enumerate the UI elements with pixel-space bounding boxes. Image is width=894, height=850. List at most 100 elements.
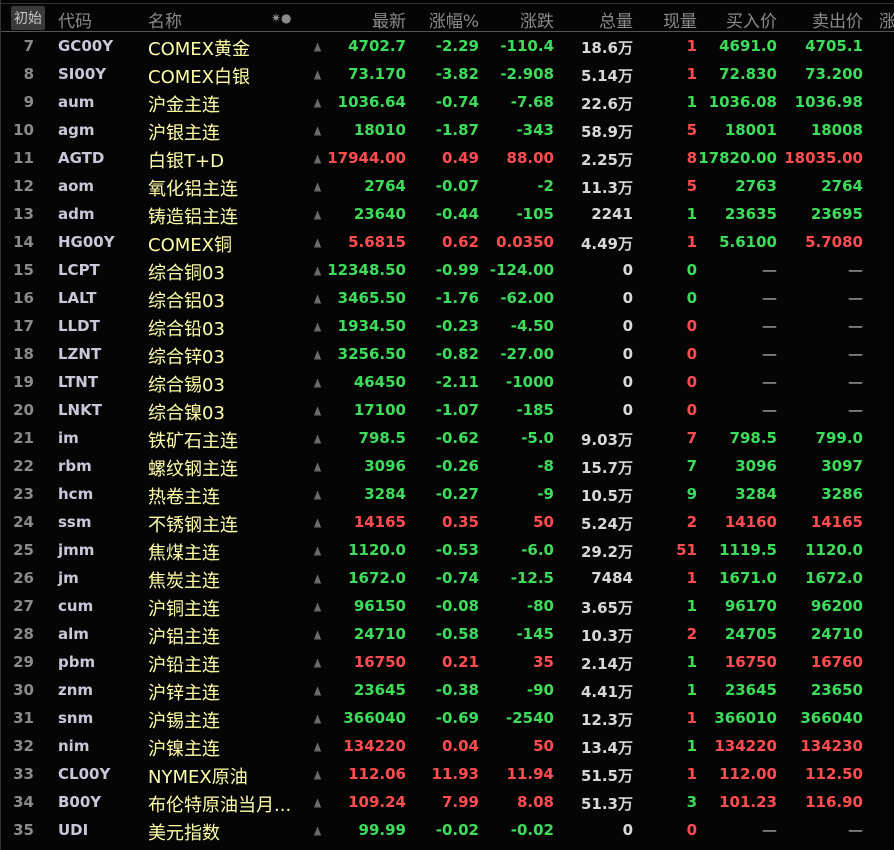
volume-cell: 15.7万 (580, 459, 633, 477)
pct-cell: -0.53 (435, 541, 479, 559)
col-code[interactable]: 代码 (58, 7, 92, 32)
code-cell: rbm (58, 457, 92, 475)
table-row[interactable]: 23 hcm 热卷主连 ▲ 3284 -0.27 -9 10.5万 9 3284 3286 (1, 480, 894, 508)
chg-cell: -80 (526, 597, 554, 615)
pct-cell: 11.93 (431, 765, 479, 783)
alert-bell-icon[interactable]: ▲ (314, 543, 321, 557)
name-cell: 综合铝03 (148, 291, 225, 312)
name-cell: 不锈钢主连 (148, 515, 238, 536)
chg-cell: 11.94 (506, 765, 554, 783)
col-last[interactable]: 最新 (372, 7, 406, 32)
pct-cell: 0.35 (441, 513, 479, 531)
settings-icons[interactable]: ✷● (271, 11, 292, 25)
alert-bell-icon[interactable]: ▲ (314, 347, 321, 361)
alert-bell-icon[interactable]: ▲ (314, 39, 321, 53)
alert-bell-icon[interactable]: ▲ (314, 403, 321, 417)
table-row[interactable]: 21 im 铁矿石主连 ▲ 798.5 -0.62 -5.0 9.03万 7 798.5 799.0 (1, 424, 894, 452)
alert-bell-icon[interactable]: ▲ (314, 235, 321, 249)
pct-cell: -0.82 (435, 345, 479, 363)
alert-bell-icon[interactable]: ▲ (314, 207, 321, 221)
col-cur[interactable]: 现量 (663, 7, 697, 32)
alert-bell-icon[interactable]: ▲ (314, 795, 321, 809)
volume-cell: 11.3万 (580, 179, 633, 197)
alert-bell-icon[interactable]: ▲ (314, 627, 321, 641)
bid-cell: 24705 (724, 625, 777, 643)
col-bid[interactable]: 买入价 (726, 7, 777, 32)
table-row[interactable]: 7 GC00Y COMEX黄金 ▲ 4702.7 -2.29 -110.4 18.6万 1 469… (1, 32, 894, 60)
table-row[interactable]: 13 adm 铸造铝主连 ▲ 23640 -0.44 -105 2241 1 23635 23695 (1, 200, 894, 228)
pct-cell: -0.69 (435, 709, 479, 727)
row-index-cell: 27 (13, 597, 34, 615)
table-row[interactable]: 12 aom 氧化铝主连 ▲ 2764 -0.07 -2 11.3万 5 2763 2764 (1, 172, 894, 200)
alert-bell-icon[interactable]: ▲ (314, 263, 321, 277)
name-cell: 美元指数 (148, 823, 220, 844)
table-row[interactable]: 26 jm 焦炭主连 ▲ 1672.0 -0.74 -12.5 7484 1 1671.0 1672… (1, 564, 894, 592)
ask-cell: 3286 (821, 485, 863, 503)
bid-cell: — (762, 401, 777, 419)
table-row[interactable]: 31 snm 沪锡主连 ▲ 366040 -0.69 -2540 12.3万 1 366010 36… (1, 704, 894, 732)
table-row[interactable]: 24 ssm 不锈钢主连 ▲ 14165 0.35 50 5.24万 2 14160 14165 (1, 508, 894, 536)
alert-bell-icon[interactable]: ▲ (314, 571, 321, 585)
table-row[interactable]: 33 CL00Y NYMEX原油 ▲ 112.06 11.93 11.94 51.5万 1 112… (1, 760, 894, 788)
alert-bell-icon[interactable]: ▲ (314, 431, 321, 445)
table-row[interactable]: 19 LTNT 综合锡03 ▲ 46450 -2.11 -1000 0 0 — — (1, 368, 894, 396)
alert-bell-icon[interactable]: ▲ (314, 375, 321, 389)
alert-bell-icon[interactable]: ▲ (314, 123, 321, 137)
alert-bell-icon[interactable]: ▲ (314, 599, 321, 613)
name-cell: 焦炭主连 (148, 571, 220, 592)
table-row[interactable]: 14 HG00Y COMEX铜 ▲ 5.6815 0.62 0.0350 4.49万 1 5.61… (1, 228, 894, 256)
table-row[interactable]: 25 jmm 焦煤主连 ▲ 1120.0 -0.53 -6.0 29.2万 51 1119.5 11… (1, 536, 894, 564)
volume-cell: 0 (622, 289, 633, 307)
volume-cell: 0 (622, 401, 633, 419)
table-row[interactable]: 29 pbm 沪铅主连 ▲ 16750 0.21 35 2.14万 1 16750 16760 (1, 648, 894, 676)
col-vol[interactable]: 总量 (599, 7, 633, 32)
table-row[interactable]: 22 rbm 螺纹钢主连 ▲ 3096 -0.26 -8 15.7万 7 3096 3097 (1, 452, 894, 480)
table-row[interactable]: 35 UDI 美元指数 ▲ 99.99 -0.02 -0.02 0 0 — — (1, 816, 894, 844)
col-chg[interactable]: 涨跌 (520, 7, 554, 32)
alert-bell-icon[interactable]: ▲ (314, 319, 321, 333)
col-more[interactable]: 涨 (879, 7, 894, 32)
name-cell: COMEX铜 (148, 235, 232, 256)
alert-bell-icon[interactable]: ▲ (314, 151, 321, 165)
alert-bell-icon[interactable]: ▲ (314, 487, 321, 501)
init-button[interactable]: 初始 (11, 6, 45, 30)
current-volume-cell: 1 (686, 65, 697, 83)
table-row[interactable]: 27 cum 沪铜主连 ▲ 96150 -0.08 -80 3.65万 1 96170 96200 (1, 592, 894, 620)
ask-cell: 24710 (810, 625, 863, 643)
alert-bell-icon[interactable]: ▲ (314, 823, 321, 837)
alert-bell-icon[interactable]: ▲ (314, 291, 321, 305)
table-row[interactable]: 15 LCPT 综合铜03 ▲ 12348.50 -0.99 -124.00 0 0 — — (1, 256, 894, 284)
alert-bell-icon[interactable]: ▲ (314, 95, 321, 109)
table-row[interactable]: 28 alm 沪铝主连 ▲ 24710 -0.58 -145 10.3万 2 24705 24710 (1, 620, 894, 648)
table-row[interactable]: 30 znm 沪锌主连 ▲ 23645 -0.38 -90 4.41万 1 23645 23650 (1, 676, 894, 704)
table-row[interactable]: 32 nim 沪镍主连 ▲ 134220 0.04 50 13.4万 1 134220 134230 (1, 732, 894, 760)
last-cell: 134220 (343, 737, 406, 755)
table-row[interactable]: 34 B00Y 布伦特原油当月... ▲ 109.24 7.99 8.08 51.3万 3 101… (1, 788, 894, 816)
table-row[interactable]: 20 LNKT 综合镍03 ▲ 17100 -1.07 -185 0 0 — — (1, 396, 894, 424)
alert-bell-icon[interactable]: ▲ (314, 515, 321, 529)
table-row[interactable]: 9 aum 沪金主连 ▲ 1036.64 -0.74 -7.68 22.6万 1 1036.08 1… (1, 88, 894, 116)
chg-cell: 8.08 (516, 793, 554, 811)
table-row[interactable]: 16 LALT 综合铝03 ▲ 3465.50 -1.76 -62.00 0 0 — — (1, 284, 894, 312)
alert-bell-icon[interactable]: ▲ (314, 767, 321, 781)
chg-cell: -1000 (506, 373, 554, 391)
pct-cell: -0.08 (435, 597, 479, 615)
ask-cell: 1120.0 (805, 541, 863, 559)
col-ask[interactable]: 卖出价 (812, 7, 863, 32)
table-row[interactable]: 10 agm 沪银主连 ▲ 18010 -1.87 -343 58.9万 5 18001 18008 (1, 116, 894, 144)
alert-bell-icon[interactable]: ▲ (314, 179, 321, 193)
alert-bell-icon[interactable]: ▲ (314, 683, 321, 697)
alert-bell-icon[interactable]: ▲ (314, 739, 321, 753)
last-cell: 1672.0 (348, 569, 406, 587)
alert-bell-icon[interactable]: ▲ (314, 655, 321, 669)
alert-bell-icon[interactable]: ▲ (314, 67, 321, 81)
table-row[interactable]: 17 LLDT 综合铅03 ▲ 1934.50 -0.23 -4.50 0 0 — — (1, 312, 894, 340)
row-index-cell: 21 (13, 429, 34, 447)
col-name[interactable]: 名称 (148, 7, 182, 32)
alert-bell-icon[interactable]: ▲ (314, 459, 321, 473)
alert-bell-icon[interactable]: ▲ (314, 711, 321, 725)
table-row[interactable]: 18 LZNT 综合锌03 ▲ 3256.50 -0.82 -27.00 0 0 — — (1, 340, 894, 368)
table-row[interactable]: 11 AGTD 白银T+D ▲ 17944.00 0.49 88.00 2.25万 8 17820… (1, 144, 894, 172)
table-row[interactable]: 8 SI00Y COMEX白银 ▲ 73.170 -3.82 -2.908 5.14万 1 72.… (1, 60, 894, 88)
col-pct[interactable]: 涨幅% (429, 7, 479, 32)
